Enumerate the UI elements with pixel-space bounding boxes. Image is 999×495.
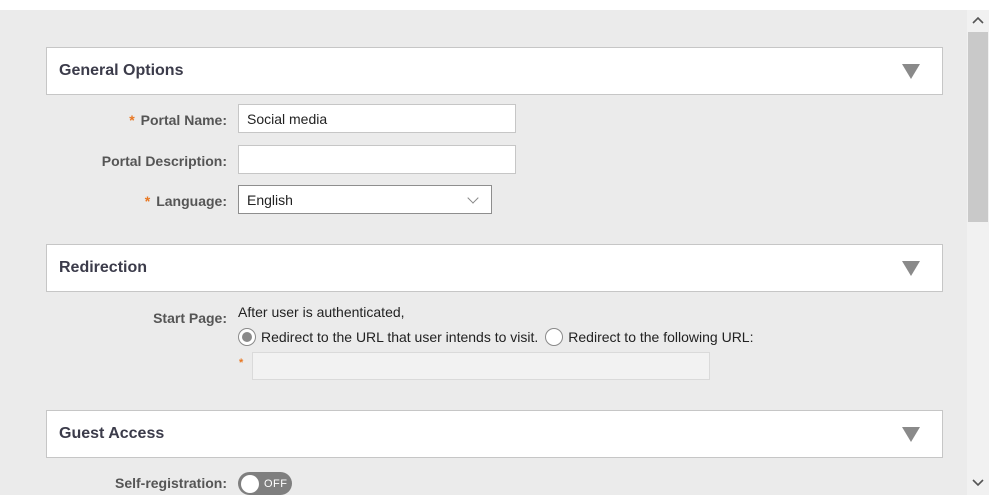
- chevron-down-icon[interactable]: [967, 473, 989, 493]
- redirect-options: Redirect to the URL that user intends to…: [238, 328, 760, 346]
- redirection-header[interactable]: Redirection: [46, 244, 943, 292]
- select-value: English: [247, 191, 293, 208]
- portal-name-label: * Portal Name:: [129, 112, 227, 128]
- label-text: Start Page:: [153, 310, 227, 326]
- language-label: * Language:: [145, 193, 227, 209]
- language-select[interactable]: English: [238, 185, 492, 214]
- toggle-knob: [241, 474, 259, 493]
- section-title: Redirection: [59, 259, 148, 276]
- chevron-up-icon[interactable]: [967, 10, 989, 30]
- redirect-following-label[interactable]: Redirect to the following URL:: [568, 329, 753, 345]
- input-value: Social media: [247, 110, 328, 127]
- chevron-down-icon: [467, 191, 479, 204]
- toggle-state: OFF: [264, 477, 288, 490]
- collapse-caret-icon[interactable]: [902, 260, 920, 276]
- required-marker: *: [239, 357, 244, 369]
- vertical-scrollbar[interactable]: [967, 10, 989, 495]
- scrollbar-thumb[interactable]: [968, 32, 988, 222]
- self-registration-toggle[interactable]: OFF: [238, 472, 292, 495]
- portal-form: General Options * Portal Name: Social med…: [0, 10, 967, 495]
- guest-access-header[interactable]: Guest Access: [46, 410, 943, 458]
- section-title: General Options: [59, 62, 184, 79]
- redirect-intended-label[interactable]: Redirect to the URL that user intends to…: [261, 329, 538, 345]
- general-options-header[interactable]: General Options: [46, 47, 943, 95]
- redirect-following-radio[interactable]: [545, 328, 564, 346]
- redirect-intended-radio[interactable]: [238, 328, 256, 346]
- label-text: Language:: [156, 193, 227, 209]
- start-page-label: Start Page:: [153, 310, 227, 326]
- collapse-caret-icon[interactable]: [902, 426, 920, 442]
- portal-description-label: Portal Description:: [102, 153, 227, 169]
- portal-description-input[interactable]: [238, 145, 516, 174]
- required-marker: *: [129, 112, 135, 128]
- collapse-caret-icon[interactable]: [902, 63, 920, 79]
- label-text: Self-registration:: [114, 475, 227, 491]
- portal-name-input[interactable]: Social media: [238, 104, 516, 133]
- label-text: Portal Name:: [140, 112, 227, 128]
- required-marker: *: [144, 193, 151, 209]
- start-page-intro: After user is authenticated,: [238, 304, 405, 320]
- redirect-url-input[interactable]: [252, 352, 710, 380]
- label-text: Portal Description:: [101, 153, 227, 169]
- self-registration-label: Self-registration:: [115, 475, 227, 491]
- section-title: Guest Access: [59, 425, 165, 442]
